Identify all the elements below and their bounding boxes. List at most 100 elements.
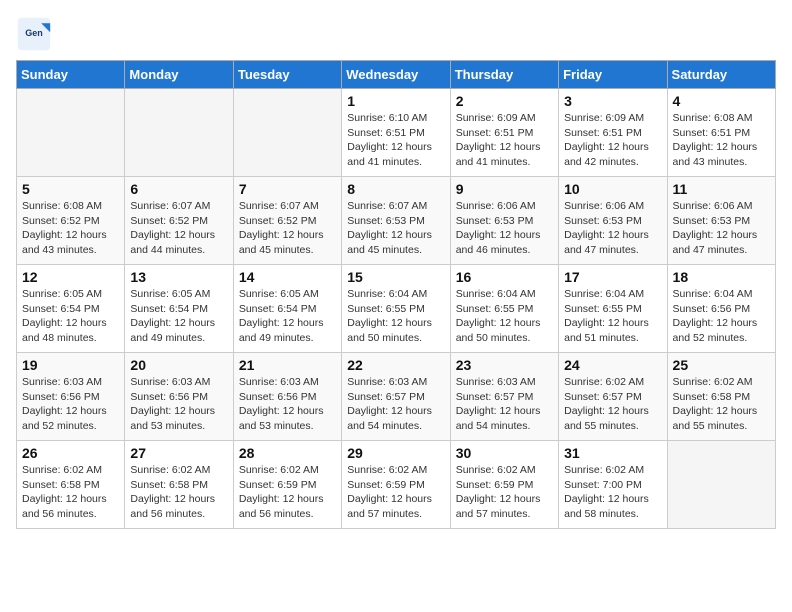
weekday-header: Wednesday — [342, 61, 450, 89]
calendar-cell: 2 Sunrise: 6:09 AM Sunset: 6:51 PM Daylig… — [450, 89, 558, 177]
day-info: Sunrise: 6:02 AM Sunset: 6:57 PM Dayligh… — [564, 375, 661, 434]
day-number: 8 — [347, 181, 444, 197]
weekday-header: Tuesday — [233, 61, 341, 89]
day-info: Sunrise: 6:06 AM Sunset: 6:53 PM Dayligh… — [456, 199, 553, 258]
day-number: 7 — [239, 181, 336, 197]
day-info: Sunrise: 6:03 AM Sunset: 6:56 PM Dayligh… — [22, 375, 119, 434]
day-number: 23 — [456, 357, 553, 373]
day-number: 16 — [456, 269, 553, 285]
calendar-cell: 3 Sunrise: 6:09 AM Sunset: 6:51 PM Daylig… — [559, 89, 667, 177]
day-info: Sunrise: 6:02 AM Sunset: 6:58 PM Dayligh… — [22, 463, 119, 522]
day-number: 25 — [673, 357, 770, 373]
calendar-cell: 14Sunrise: 6:05 AM Sunset: 6:54 PM Dayli… — [233, 265, 341, 353]
day-info: Sunrise: 6:08 AM Sunset: 6:52 PM Dayligh… — [22, 199, 119, 258]
day-number: 29 — [347, 445, 444, 461]
calendar-cell: 25 Sunrise: 6:02 AM Sunset: 6:58 PM Dayli… — [667, 353, 775, 441]
day-number: 1 — [347, 93, 444, 109]
day-info: Sunrise: 6:04 AM Sunset: 6:56 PM Dayligh… — [673, 287, 770, 346]
calendar-cell: 15 Sunrise: 6:04 AM Sunset: 6:55 PM Dayli… — [342, 265, 450, 353]
day-number: 31 — [564, 445, 661, 461]
calendar-cell — [667, 441, 775, 529]
day-number: 5 — [22, 181, 119, 197]
calendar-cell: 5 Sunrise: 6:08 AM Sunset: 6:52 PM Daylig… — [17, 177, 125, 265]
calendar-cell: 23 Sunrise: 6:03 AM Sunset: 6:57 PM Dayli… — [450, 353, 558, 441]
page-header: Gen — [16, 16, 776, 52]
day-info: Sunrise: 6:05 AM Sunset: 6:54 PM Dayligh… — [130, 287, 227, 346]
day-info: Sunrise: 6:02 AM Sunset: 6:58 PM Dayligh… — [673, 375, 770, 434]
day-number: 18 — [673, 269, 770, 285]
week-row: 5 Sunrise: 6:08 AM Sunset: 6:52 PM Daylig… — [17, 177, 776, 265]
calendar-cell: 11 Sunrise: 6:06 AM Sunset: 6:53 PM Dayli… — [667, 177, 775, 265]
day-number: 30 — [456, 445, 553, 461]
day-info: Sunrise: 6:06 AM Sunset: 6:53 PM Dayligh… — [673, 199, 770, 258]
day-info: Sunrise: 6:07 AM Sunset: 6:52 PM Dayligh… — [239, 199, 336, 258]
day-number: 17 — [564, 269, 661, 285]
calendar-cell: 19Sunrise: 6:03 AM Sunset: 6:56 PM Dayli… — [17, 353, 125, 441]
calendar-cell: 1 Sunrise: 6:10 AM Sunset: 6:51 PM Daylig… — [342, 89, 450, 177]
day-info: Sunrise: 6:10 AM Sunset: 6:51 PM Dayligh… — [347, 111, 444, 170]
svg-text:Gen: Gen — [25, 28, 43, 38]
calendar-cell: 28 Sunrise: 6:02 AM Sunset: 6:59 PM Dayli… — [233, 441, 341, 529]
calendar-cell: 20Sunrise: 6:03 AM Sunset: 6:56 PM Dayli… — [125, 353, 233, 441]
calendar-cell: 27 Sunrise: 6:02 AM Sunset: 6:58 PM Dayli… — [125, 441, 233, 529]
day-number: 3 — [564, 93, 661, 109]
day-number: 27 — [130, 445, 227, 461]
calendar-cell: 22Sunrise: 6:03 AM Sunset: 6:57 PM Dayli… — [342, 353, 450, 441]
day-number: 2 — [456, 93, 553, 109]
calendar-cell: 10 Sunrise: 6:06 AM Sunset: 6:53 PM Dayli… — [559, 177, 667, 265]
weekday-header-row: SundayMondayTuesdayWednesdayThursdayFrid… — [17, 61, 776, 89]
calendar-cell: 12Sunrise: 6:05 AM Sunset: 6:54 PM Dayli… — [17, 265, 125, 353]
calendar-cell: 24 Sunrise: 6:02 AM Sunset: 6:57 PM Dayli… — [559, 353, 667, 441]
day-info: Sunrise: 6:03 AM Sunset: 6:56 PM Dayligh… — [239, 375, 336, 434]
day-number: 21 — [239, 357, 336, 373]
day-number: 10 — [564, 181, 661, 197]
day-info: Sunrise: 6:04 AM Sunset: 6:55 PM Dayligh… — [347, 287, 444, 346]
day-info: Sunrise: 6:02 AM Sunset: 6:59 PM Dayligh… — [347, 463, 444, 522]
day-number: 24 — [564, 357, 661, 373]
logo-icon: Gen — [16, 16, 52, 52]
calendar-cell: 8 Sunrise: 6:07 AM Sunset: 6:53 PM Daylig… — [342, 177, 450, 265]
calendar-cell: 7 Sunrise: 6:07 AM Sunset: 6:52 PM Daylig… — [233, 177, 341, 265]
day-info: Sunrise: 6:06 AM Sunset: 6:53 PM Dayligh… — [564, 199, 661, 258]
day-info: Sunrise: 6:04 AM Sunset: 6:55 PM Dayligh… — [564, 287, 661, 346]
day-info: Sunrise: 6:09 AM Sunset: 6:51 PM Dayligh… — [456, 111, 553, 170]
calendar-cell: 30Sunrise: 6:02 AM Sunset: 6:59 PM Dayli… — [450, 441, 558, 529]
calendar-cell: 26 Sunrise: 6:02 AM Sunset: 6:58 PM Dayli… — [17, 441, 125, 529]
day-number: 9 — [456, 181, 553, 197]
calendar-cell: 4Sunrise: 6:08 AM Sunset: 6:51 PM Daylig… — [667, 89, 775, 177]
calendar-cell: 6 Sunrise: 6:07 AM Sunset: 6:52 PM Daylig… — [125, 177, 233, 265]
calendar-cell: 13 Sunrise: 6:05 AM Sunset: 6:54 PM Dayli… — [125, 265, 233, 353]
weekday-header: Monday — [125, 61, 233, 89]
day-number: 28 — [239, 445, 336, 461]
calendar-cell: 18 Sunrise: 6:04 AM Sunset: 6:56 PM Dayli… — [667, 265, 775, 353]
day-info: Sunrise: 6:03 AM Sunset: 6:57 PM Dayligh… — [347, 375, 444, 434]
day-info: Sunrise: 6:02 AM Sunset: 6:59 PM Dayligh… — [239, 463, 336, 522]
day-info: Sunrise: 6:02 AM Sunset: 7:00 PM Dayligh… — [564, 463, 661, 522]
day-info: Sunrise: 6:09 AM Sunset: 6:51 PM Dayligh… — [564, 111, 661, 170]
calendar-cell: 21 Sunrise: 6:03 AM Sunset: 6:56 PM Dayli… — [233, 353, 341, 441]
day-number: 13 — [130, 269, 227, 285]
calendar-cell — [17, 89, 125, 177]
day-info: Sunrise: 6:08 AM Sunset: 6:51 PM Dayligh… — [673, 111, 770, 170]
day-number: 11 — [673, 181, 770, 197]
day-info: Sunrise: 6:03 AM Sunset: 6:57 PM Dayligh… — [456, 375, 553, 434]
weekday-header: Thursday — [450, 61, 558, 89]
day-number: 20 — [130, 357, 227, 373]
day-info: Sunrise: 6:07 AM Sunset: 6:53 PM Dayligh… — [347, 199, 444, 258]
week-row: 12 Sunrise: 6:05 AM Sunset: 6:54 PM Dayli… — [17, 265, 776, 353]
day-number: 15 — [347, 269, 444, 285]
day-number: 6 — [130, 181, 227, 197]
weekday-header: Sunday — [17, 61, 125, 89]
week-row: 19Sunrise: 6:03 AM Sunset: 6:56 PM Dayli… — [17, 353, 776, 441]
day-info: Sunrise: 6:02 AM Sunset: 6:58 PM Dayligh… — [130, 463, 227, 522]
calendar-cell: 31 Sunrise: 6:02 AM Sunset: 7:00 PM Dayli… — [559, 441, 667, 529]
day-number: 12 — [22, 269, 119, 285]
week-row: 1 Sunrise: 6:10 AM Sunset: 6:51 PM Daylig… — [17, 89, 776, 177]
day-info: Sunrise: 6:07 AM Sunset: 6:52 PM Dayligh… — [130, 199, 227, 258]
day-info: Sunrise: 6:05 AM Sunset: 6:54 PM Dayligh… — [239, 287, 336, 346]
calendar-cell: 29 Sunrise: 6:02 AM Sunset: 6:59 PM Dayli… — [342, 441, 450, 529]
day-number: 26 — [22, 445, 119, 461]
week-row: 26 Sunrise: 6:02 AM Sunset: 6:58 PM Dayli… — [17, 441, 776, 529]
weekday-header: Saturday — [667, 61, 775, 89]
weekday-header: Friday — [559, 61, 667, 89]
